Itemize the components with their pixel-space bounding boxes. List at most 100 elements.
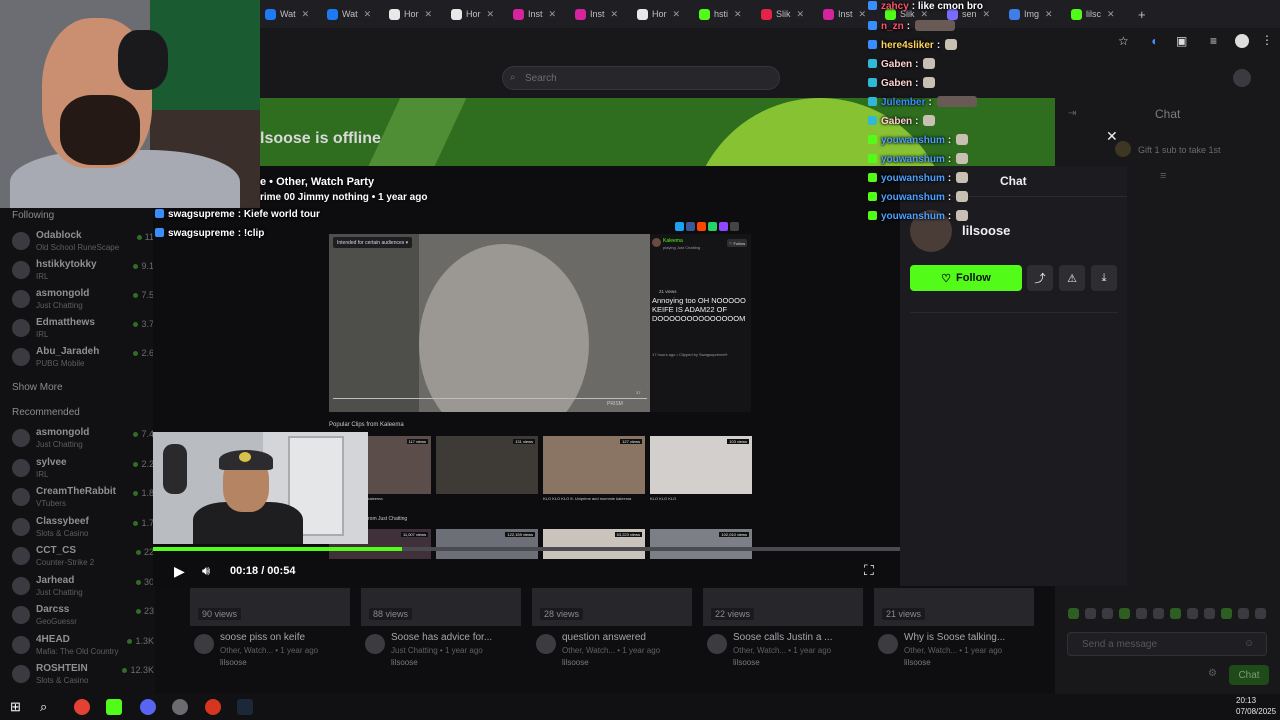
user-avatar[interactable] <box>1233 69 1251 87</box>
app-icon[interactable] <box>205 699 221 715</box>
steam-icon[interactable] <box>237 699 253 715</box>
emote-icon[interactable] <box>1255 608 1266 619</box>
browser-tab[interactable]: Wat ✕ <box>327 4 371 24</box>
emote-icon[interactable] <box>1102 608 1113 619</box>
chat-username[interactable]: here4sliker <box>881 40 934 51</box>
clip-thumbnail[interactable]: 103 views <box>650 436 752 494</box>
sidebar-channel[interactable]: Odablock Old School RuneScape 11 <box>12 228 154 256</box>
twitch-icon[interactable] <box>719 222 728 231</box>
tab-close-icon[interactable]: ✕ <box>983 9 991 20</box>
sidebar-channel[interactable]: Abu_Jaradeh PUBG Mobile 2.6 <box>12 344 154 372</box>
new-tab-icon[interactable]: + <box>1138 4 1146 24</box>
emote-icon[interactable] <box>1153 608 1164 619</box>
video-title[interactable]: Soose calls Justin a ... <box>733 632 833 643</box>
sidebar-channel[interactable]: Edmatthews IRL 3.7 <box>12 315 154 343</box>
chat-username[interactable]: youwanshum <box>881 135 945 146</box>
report-button[interactable]: ⚠ <box>1059 265 1085 291</box>
video-card[interactable]: 22 views Soose calls Justin a ... Other, W… <box>703 588 863 668</box>
browser-tab[interactable]: Slik ✕ <box>761 4 804 24</box>
clip-thumbnail[interactable]: 102,010 views <box>650 529 752 559</box>
search-input[interactable]: ⌕ Search <box>502 66 780 90</box>
menu-dots-icon[interactable]: ⋮ <box>1261 33 1273 47</box>
chat-username[interactable]: Gaben <box>881 59 912 70</box>
clip-video[interactable] <box>329 234 650 412</box>
reddit-icon[interactable] <box>697 222 706 231</box>
video-card[interactable]: 21 views Why is Soose talking... Other, Wa… <box>874 588 1034 668</box>
video-channel[interactable]: lilsoose <box>562 658 589 667</box>
browser-tab[interactable]: Hor ✕ <box>389 4 432 24</box>
whatsapp-icon[interactable] <box>708 222 717 231</box>
clip-channel-avatar[interactable] <box>652 238 661 247</box>
browser-tab[interactable]: Hor ✕ <box>451 4 494 24</box>
browser-tab[interactable]: hsti ✕ <box>699 4 742 24</box>
tab-close-icon[interactable]: ✕ <box>364 9 372 20</box>
pin-icon[interactable]: ≡ <box>1160 170 1166 182</box>
video-title[interactable]: question answered <box>562 632 646 643</box>
chat-username[interactable]: zahcy <box>881 1 909 12</box>
chat-username[interactable]: swagsupreme <box>168 228 235 239</box>
chat-input[interactable]: Send a message <box>1067 632 1267 656</box>
tab-close-icon[interactable]: ✕ <box>734 9 742 20</box>
download-button[interactable]: ⤓ <box>1091 265 1117 291</box>
browser-tab[interactable]: Img ✕ <box>1009 4 1053 24</box>
video-title[interactable]: Soose has advice for... <box>391 632 492 643</box>
emote-icon[interactable] <box>1170 608 1181 619</box>
sidebar-channel[interactable]: CCT_CS Counter-Strike 2 22 <box>12 543 154 571</box>
browser-tab[interactable]: Inst ✕ <box>823 4 866 24</box>
chat-username[interactable]: Gaben <box>881 116 912 127</box>
browser-tab[interactable]: lilsc ✕ <box>1071 4 1115 24</box>
sidebar-channel[interactable]: 4HEAD Mafia: The Old Country 1.3K <box>12 632 154 660</box>
tab-close-icon[interactable]: ✕ <box>1045 9 1053 20</box>
video-title[interactable]: soose piss on keife <box>220 632 305 643</box>
discord-icon[interactable] <box>140 699 156 715</box>
emote-icon[interactable] <box>1187 608 1198 619</box>
puzzle-icon[interactable]: ▣ <box>1176 34 1187 48</box>
sidebar-channel[interactable]: asmongold Just Chatting 7.5 <box>12 286 154 314</box>
tab-close-icon[interactable]: ✕ <box>302 9 310 20</box>
emote-icon[interactable] <box>1085 608 1096 619</box>
emote-icon[interactable] <box>1221 608 1232 619</box>
tab-close-icon[interactable]: ✕ <box>1107 9 1115 20</box>
fullscreen-icon[interactable]: ⛶ <box>864 562 880 578</box>
video-thumbnail[interactable] <box>190 588 350 626</box>
chat-username[interactable]: n_zn <box>881 21 904 32</box>
windows-start-icon[interactable]: ⊞ <box>10 699 26 715</box>
video-channel[interactable]: lilsoose <box>733 658 760 667</box>
sidebar-channel[interactable]: Jarhead Just Chatting 30 <box>12 573 154 601</box>
close-icon[interactable]: ✕ <box>1106 128 1118 145</box>
video-thumbnail[interactable] <box>874 588 1034 626</box>
video-title[interactable]: Why is Soose talking... <box>904 632 1005 643</box>
tab-close-icon[interactable]: ✕ <box>611 9 619 20</box>
profile-icon[interactable] <box>1235 34 1249 48</box>
tab-close-icon[interactable]: ✕ <box>487 9 495 20</box>
chat-username[interactable]: Julember <box>881 97 925 108</box>
settings-gear-icon[interactable]: ⚙ <box>1208 668 1217 679</box>
video-thumbnail[interactable] <box>703 588 863 626</box>
browser-tab[interactable]: Inst ✕ <box>513 4 556 24</box>
twitter-icon[interactable] <box>675 222 684 231</box>
chat-username[interactable]: youwanshum <box>881 211 945 222</box>
video-thumbnail[interactable] <box>361 588 521 626</box>
tab-close-icon[interactable]: ✕ <box>859 9 867 20</box>
kick-icon[interactable] <box>106 699 122 715</box>
video-channel[interactable]: lilsoose <box>391 658 418 667</box>
video-thumbnail[interactable] <box>532 588 692 626</box>
chat-username[interactable]: youwanshum <box>881 154 945 165</box>
clip-thumbnail[interactable]: 127 views <box>543 436 645 494</box>
clip-follow-button[interactable]: ♡ Follow <box>727 239 747 247</box>
emote-icon[interactable] <box>1238 608 1249 619</box>
tab-close-icon[interactable]: ✕ <box>797 9 805 20</box>
sidebar-channel[interactable]: sylvee IRL 2.2 <box>12 455 154 483</box>
follow-button[interactable]: ♡ Follow <box>910 265 1022 291</box>
tab-close-icon[interactable]: ✕ <box>549 9 557 20</box>
clip-channel-name[interactable]: Kaleema <box>663 238 683 244</box>
chat-username[interactable]: Gaben <box>881 78 912 89</box>
clip-scrubber[interactable] <box>333 398 647 399</box>
show-more-link[interactable]: Show More <box>12 382 63 393</box>
clip-thumbnail[interactable]: 122,159 views <box>436 529 538 559</box>
media-icon[interactable]: ≡ <box>1210 34 1217 48</box>
chat-username[interactable]: swagsupreme <box>168 209 235 220</box>
chrome-icon[interactable] <box>74 699 90 715</box>
emote-icon[interactable] <box>1136 608 1147 619</box>
search-taskbar-icon[interactable]: ⌕ <box>40 699 56 715</box>
